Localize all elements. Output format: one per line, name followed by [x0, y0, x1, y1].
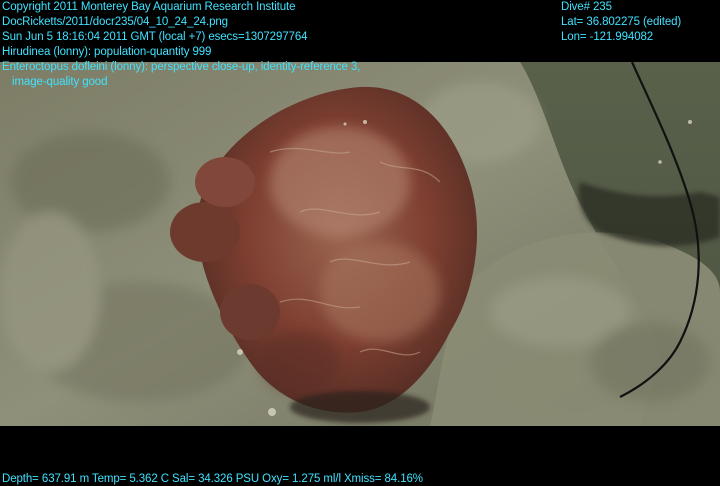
timestamp-line: Sun Jun 5 18:16:04 2011 GMT (local +7) e… — [2, 31, 308, 43]
longitude: Lon= -121.994082 — [561, 31, 654, 43]
latitude: Lat= 36.802275 (edited) — [561, 16, 682, 28]
metadata-overlay-left: Copyright 2011 Monterey Bay Aquarium Res… — [2, 0, 360, 90]
video-frame: Copyright 2011 Monterey Bay Aquarium Res… — [0, 0, 720, 486]
sensor-readout: Depth= 637.91 m Temp= 5.362 C Sal= 34.32… — [2, 473, 423, 485]
dive-number: Dive# 235 — [561, 1, 612, 13]
seafloor-scene — [0, 62, 720, 426]
metadata-overlay-right: Dive# 235 Lat= 36.802275 (edited) Lon= -… — [561, 0, 681, 45]
copyright-line: Copyright 2011 Monterey Bay Aquarium Res… — [2, 1, 296, 13]
annotation-hirudinea: Hirudinea (lonny): population-quantity 9… — [2, 46, 212, 58]
image-path-line: DocRicketts/2011/docr235/04_10_24_24.png — [2, 16, 228, 28]
annotation-enteroctopus: Enteroctopus dofleini (lonny): perspecti… — [2, 61, 361, 73]
annotation-image-quality: image-quality good — [12, 76, 108, 88]
